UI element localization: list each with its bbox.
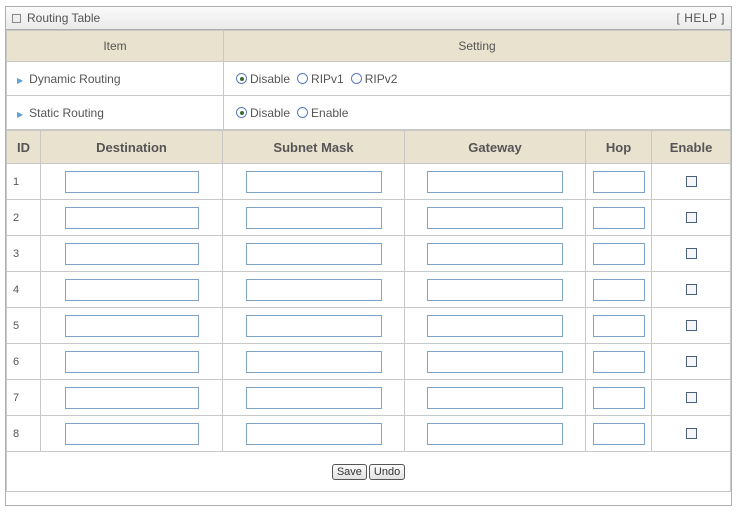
dynamic-disable-label: Disable xyxy=(250,71,291,86)
subnet-column-header: Subnet Mask xyxy=(222,130,405,164)
static-enable-radio[interactable] xyxy=(297,107,309,118)
static-routing-row: ▶ Static Routing Disable Enable xyxy=(6,95,731,130)
table-row: 5 xyxy=(6,307,731,344)
subnet-mask-input[interactable] xyxy=(245,206,382,229)
destination-input[interactable] xyxy=(64,278,199,301)
hop-column-header: Hop xyxy=(585,130,652,164)
enable-column-header: Enable xyxy=(651,130,731,164)
row-id: 3 xyxy=(13,247,20,260)
routing-table-panel: Routing Table [ HELP ] Item Setting ▶ Dyn… xyxy=(5,6,732,506)
gateway-input[interactable] xyxy=(427,314,563,337)
enable-checkbox[interactable] xyxy=(685,212,697,223)
gateway-input[interactable] xyxy=(427,206,563,229)
help-link[interactable]: [ HELP ] xyxy=(677,11,725,25)
static-disable-label: Disable xyxy=(250,105,291,120)
row-id: 5 xyxy=(13,319,20,332)
row-id: 1 xyxy=(13,175,20,188)
enable-checkbox[interactable] xyxy=(685,320,697,331)
button-bar: Save Undo xyxy=(6,451,731,492)
dynamic-routing-label: Dynamic Routing xyxy=(29,71,121,86)
enable-checkbox[interactable] xyxy=(685,392,697,403)
hop-input[interactable] xyxy=(592,170,645,193)
undo-button[interactable]: Undo xyxy=(368,463,406,480)
hop-input[interactable] xyxy=(592,314,645,337)
hop-input[interactable] xyxy=(592,350,645,373)
panel-titlebar: Routing Table [ HELP ] xyxy=(6,7,731,30)
hop-input[interactable] xyxy=(592,422,645,445)
subnet-mask-input[interactable] xyxy=(245,350,382,373)
row-id: 7 xyxy=(13,391,20,404)
dynamic-disable-radio[interactable] xyxy=(236,73,247,84)
row-id: 4 xyxy=(13,283,20,296)
gateway-input[interactable] xyxy=(427,386,563,409)
destination-input[interactable] xyxy=(64,314,199,337)
gateway-input[interactable] xyxy=(427,170,563,193)
enable-checkbox[interactable] xyxy=(685,428,697,439)
gateway-input[interactable] xyxy=(427,422,563,445)
dynamic-ripv1-label: RIPv1 xyxy=(311,71,344,86)
table-row: 4 xyxy=(6,271,731,308)
hop-input[interactable] xyxy=(592,278,645,301)
static-enable-label: Enable xyxy=(311,105,349,120)
static-disable-radio[interactable] xyxy=(236,107,247,118)
triangle-bullet-icon: ▶ xyxy=(17,109,24,119)
destination-input[interactable] xyxy=(64,422,199,445)
table-row: 7 xyxy=(6,379,731,416)
gateway-input[interactable] xyxy=(427,278,563,301)
id-column-header: ID xyxy=(6,130,41,164)
row-id: 2 xyxy=(13,211,20,224)
dynamic-ripv1-radio[interactable] xyxy=(297,73,309,84)
hop-input[interactable] xyxy=(592,386,645,409)
table-row: 6 xyxy=(6,343,731,380)
destination-input[interactable] xyxy=(64,206,199,229)
subnet-mask-input[interactable] xyxy=(245,386,382,409)
gateway-column-header: Gateway xyxy=(404,130,586,164)
hop-input[interactable] xyxy=(592,206,645,229)
destination-input[interactable] xyxy=(64,386,199,409)
table-row: 8 xyxy=(6,415,731,452)
row-id: 8 xyxy=(13,427,20,440)
destination-input[interactable] xyxy=(64,170,199,193)
table-row: 2 xyxy=(6,199,731,236)
enable-checkbox[interactable] xyxy=(685,356,697,367)
triangle-bullet-icon: ▶ xyxy=(17,75,24,85)
dynamic-ripv2-label: RIPv2 xyxy=(364,71,398,86)
subnet-mask-input[interactable] xyxy=(245,278,382,301)
item-header: Item xyxy=(6,30,224,62)
destination-input[interactable] xyxy=(64,350,199,373)
gateway-input[interactable] xyxy=(427,242,563,265)
destination-input[interactable] xyxy=(64,242,199,265)
subnet-mask-input[interactable] xyxy=(245,170,382,193)
enable-checkbox[interactable] xyxy=(685,284,697,295)
destination-column-header: Destination xyxy=(40,130,223,164)
row-id: 6 xyxy=(13,355,20,368)
hop-input[interactable] xyxy=(592,242,645,265)
subnet-mask-input[interactable] xyxy=(245,242,382,265)
square-icon xyxy=(12,13,21,23)
subnet-mask-input[interactable] xyxy=(245,314,382,337)
enable-checkbox[interactable] xyxy=(685,248,697,259)
table-row: 3 xyxy=(6,235,731,272)
panel-title: Routing Table xyxy=(27,11,101,25)
static-routing-label: Static Routing xyxy=(29,105,104,120)
route-table: ID Destination Subnet Mask Gateway Hop E… xyxy=(6,130,731,492)
settings-table: Item Setting ▶ Dynamic Routing Disable RI… xyxy=(6,30,731,130)
save-button[interactable]: Save xyxy=(331,463,367,480)
subnet-mask-input[interactable] xyxy=(245,422,382,445)
dynamic-routing-row: ▶ Dynamic Routing Disable RIPv1 RIPv2 xyxy=(6,61,731,96)
dynamic-ripv2-radio[interactable] xyxy=(350,73,362,84)
gateway-input[interactable] xyxy=(427,350,563,373)
enable-checkbox[interactable] xyxy=(685,176,697,187)
table-row: 1 xyxy=(6,163,731,200)
setting-header: Setting xyxy=(223,30,731,62)
